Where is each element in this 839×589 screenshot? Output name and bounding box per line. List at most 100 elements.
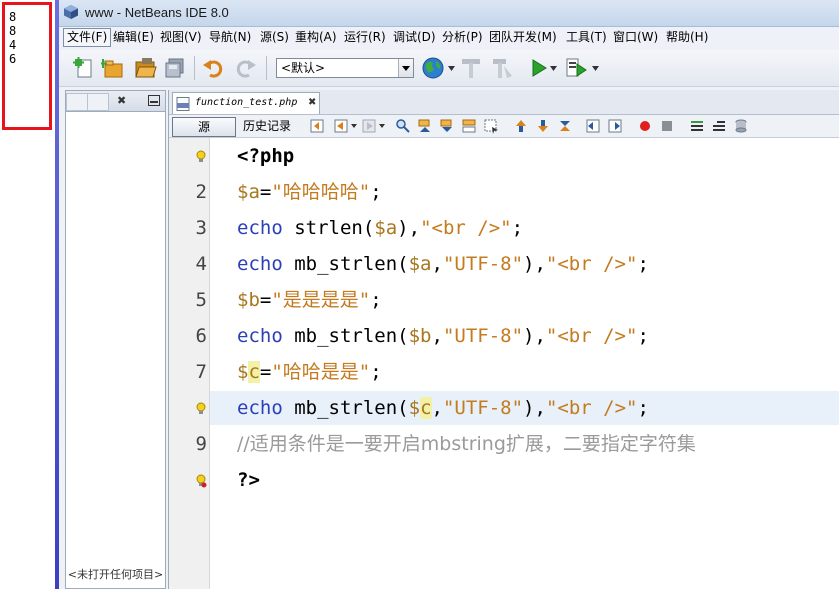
toggle-highlight-icon[interactable]	[483, 118, 499, 134]
panel-tab[interactable]	[87, 93, 109, 111]
history-view-button[interactable]: 历史记录	[243, 117, 291, 135]
hint-error-bulb-icon[interactable]	[195, 474, 207, 488]
menu-profile[interactable]: 分析(P)	[439, 29, 486, 46]
code-line: <?php	[237, 145, 295, 167]
comment-icon[interactable]	[689, 118, 705, 134]
line-number: 5	[195, 289, 207, 311]
menu-tools[interactable]: 工具(T)	[563, 29, 610, 46]
find-icon[interactable]	[395, 118, 411, 134]
save-all-icon[interactable]	[163, 56, 187, 80]
menu-debug[interactable]: 调试(D)	[390, 29, 439, 46]
no-projects-text: <未打开任何项目>	[67, 568, 164, 581]
browser-output-panel: 8 8 4 6	[0, 0, 55, 589]
database-icon[interactable]	[733, 118, 749, 134]
projects-panel-header: ✖	[66, 91, 165, 112]
previous-bookmark-icon[interactable]	[513, 118, 529, 134]
output-line: 4	[9, 38, 17, 52]
output-line: 8	[9, 24, 17, 38]
clean-build-icon[interactable]	[490, 56, 514, 80]
menu-edit[interactable]: 编辑(E)	[110, 29, 157, 46]
netbeans-window: www - NetBeans IDE 8.0 文件(F) 编辑(E) 视图(V)…	[59, 0, 839, 589]
menu-navigate[interactable]: 导航(N)	[206, 29, 254, 46]
last-edit-icon[interactable]	[309, 118, 325, 134]
redo-icon[interactable]	[233, 56, 257, 80]
window-title: www - NetBeans IDE 8.0	[85, 5, 229, 20]
uncomment-icon[interactable]	[711, 118, 727, 134]
code-line: echo mb_strlen($c,"UTF-8"),"<br />";	[237, 397, 649, 419]
configuration-value: <默认>	[281, 61, 326, 75]
close-icon[interactable]: ✖	[117, 94, 126, 107]
chevron-down-icon[interactable]	[398, 59, 413, 77]
tab-label: function_test.php	[195, 97, 298, 108]
chevron-down-icon[interactable]	[592, 66, 599, 71]
menu-help[interactable]: 帮助(H)	[663, 29, 711, 46]
next-bookmark-icon[interactable]	[535, 118, 551, 134]
debug-icon[interactable]	[564, 56, 588, 80]
menu-view[interactable]: 视图(V)	[157, 29, 205, 46]
build-hammer-icon[interactable]	[459, 56, 483, 80]
code-line: ?>	[237, 469, 260, 491]
toggle-bookmark-icon[interactable]	[557, 118, 573, 134]
menu-window[interactable]: 窗口(W)	[610, 29, 661, 46]
menu-run[interactable]: 运行(R)	[341, 29, 389, 46]
minimize-icon[interactable]	[148, 95, 160, 106]
shift-left-icon[interactable]	[585, 118, 601, 134]
source-view-button[interactable]: 源	[172, 117, 236, 137]
chevron-down-icon[interactable]	[351, 124, 357, 128]
menu-source[interactable]: 源(S)	[257, 29, 292, 46]
line-number: 6	[195, 325, 207, 347]
run-icon[interactable]	[526, 56, 550, 80]
title-bar: www - NetBeans IDE 8.0	[59, 0, 839, 27]
line-number: 7	[195, 361, 207, 383]
code-line: $a="哈哈哈哈";	[237, 181, 382, 203]
new-project-icon[interactable]	[101, 56, 125, 80]
code-area[interactable]: <?php $a="哈哈哈哈"; echo strlen($a),"<br />…	[210, 138, 839, 589]
line-number: 2	[195, 181, 207, 203]
menu-file[interactable]: 文件(F)	[63, 28, 112, 47]
new-file-icon[interactable]	[72, 56, 96, 80]
menu-refactor[interactable]: 重构(A)	[292, 29, 340, 46]
code-line: $b="是是是是";	[237, 289, 382, 311]
chevron-down-icon[interactable]	[550, 66, 557, 71]
close-icon[interactable]: ✖	[308, 97, 316, 108]
line-number: 3	[195, 217, 207, 239]
find-next-icon[interactable]	[439, 118, 455, 134]
find-previous-icon[interactable]	[417, 118, 433, 134]
main-toolbar: <默认>	[59, 50, 839, 87]
line-number-gutter: 2 3 4 5 6 7 9	[169, 138, 210, 589]
editor-toolbar: 源 历史记录	[169, 115, 839, 138]
output-lines: 8 8 4 6	[9, 10, 16, 66]
netbeans-cube-icon	[64, 5, 78, 19]
line-number: 4	[195, 253, 207, 275]
toolbar-separator	[194, 56, 195, 80]
editor-tab-row: function_test.php ✖	[169, 90, 839, 115]
find-selection-icon[interactable]	[461, 118, 477, 134]
code-line: echo mb_strlen($a,"UTF-8"),"<br />";	[237, 253, 649, 275]
code-line: //适用条件是一要开启mbstring扩展，二要指定字符集	[237, 433, 696, 455]
code-line: echo strlen($a),"<br />";	[237, 217, 524, 239]
globe-browser-icon[interactable]	[421, 56, 445, 80]
back-icon[interactable]	[333, 118, 349, 134]
shift-right-icon[interactable]	[607, 118, 623, 134]
undo-icon[interactable]	[202, 56, 226, 80]
output-line: 8	[9, 10, 17, 24]
stop-macro-icon[interactable]	[659, 118, 675, 134]
code-line: $c="哈哈是是";	[237, 361, 382, 383]
code-line: echo mb_strlen($b,"UTF-8"),"<br />";	[237, 325, 649, 347]
configuration-select[interactable]: <默认>	[276, 58, 414, 78]
forward-icon[interactable]	[361, 118, 377, 134]
hint-bulb-icon[interactable]	[195, 150, 207, 164]
panel-tab[interactable]	[66, 93, 88, 111]
start-macro-icon[interactable]	[637, 118, 653, 134]
menu-bar: 文件(F) 编辑(E) 视图(V) 导航(N) 源(S) 重构(A) 运行(R)…	[59, 27, 839, 49]
chevron-down-icon[interactable]	[448, 66, 455, 71]
open-project-icon[interactable]	[133, 56, 157, 80]
menu-team[interactable]: 团队开发(M)	[486, 29, 560, 46]
hint-bulb-icon[interactable]	[195, 402, 207, 416]
projects-panel: ✖ <未打开任何项目>	[65, 90, 166, 589]
editor-area: function_test.php ✖ 源 历史记录 2 3 4 5 6 7 9…	[168, 90, 839, 589]
chevron-down-icon[interactable]	[379, 124, 385, 128]
toolbar-separator	[266, 56, 267, 80]
tab-function-test[interactable]: function_test.php ✖	[172, 92, 320, 114]
php-file-icon	[176, 97, 190, 111]
